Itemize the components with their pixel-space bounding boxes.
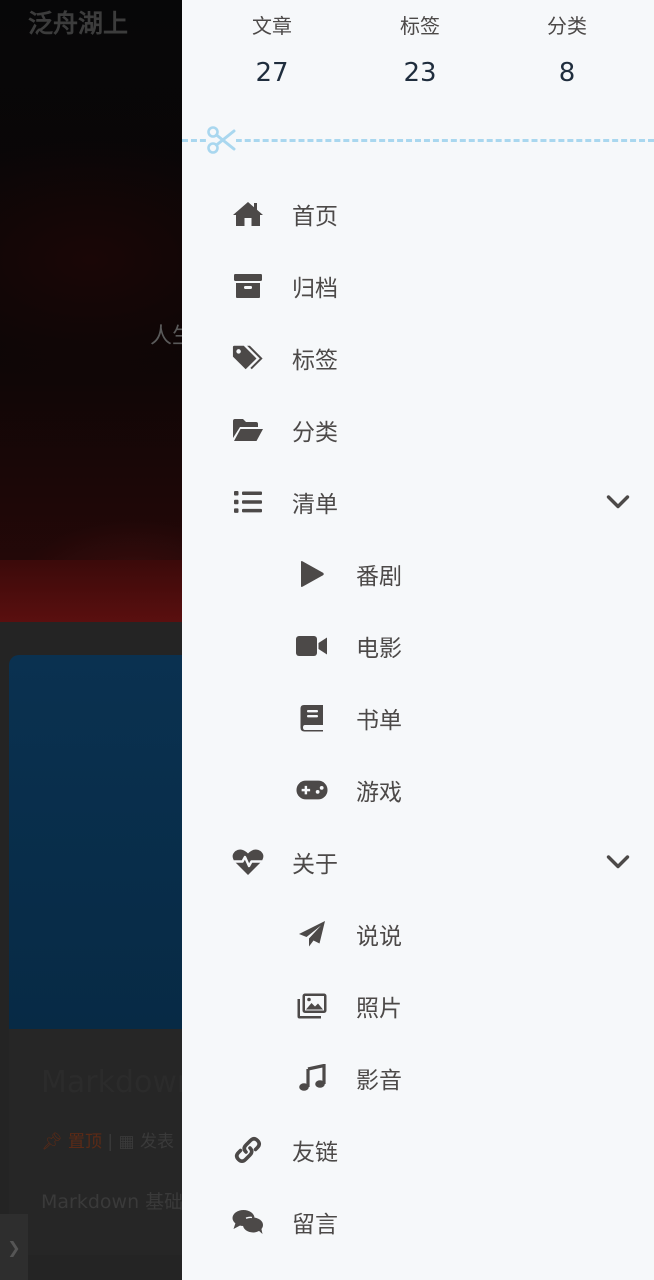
music-icon	[296, 1064, 328, 1092]
submenu-item-anime-label: 番剧	[356, 564, 402, 590]
archive-icon	[232, 272, 264, 300]
menu-item-about-label: 关于	[292, 852, 338, 878]
link-icon	[232, 1136, 264, 1164]
stat-articles-value: 27	[255, 58, 289, 88]
menu-item-tags-label: 标签	[292, 348, 338, 374]
submenu-item-moments-label: 说说	[356, 924, 402, 950]
menu-item-home-label: 首页	[292, 204, 338, 230]
heartbeat-icon	[232, 848, 264, 876]
stat-categories-label: 分类	[547, 14, 587, 38]
post-meta: 📌︎ 置顶 | ▦ 发表	[41, 1127, 174, 1152]
menu-item-links[interactable]: 友链	[232, 1114, 632, 1186]
stat-tags-value: 23	[403, 58, 437, 88]
meta-separator: |	[107, 1132, 119, 1152]
menu-item-message-label: 留言	[292, 1212, 338, 1238]
stat-articles-label: 文章	[252, 14, 292, 38]
submenu-item-moments[interactable]: 说说	[296, 898, 596, 970]
tags-icon	[232, 344, 264, 372]
menu-item-about[interactable]: 关于	[232, 826, 632, 898]
submenu-item-games[interactable]: 游戏	[296, 754, 596, 826]
pinned-label: 置顶	[68, 1132, 102, 1152]
menu-item-home[interactable]: 首页	[232, 178, 632, 250]
home-icon	[232, 200, 264, 228]
video-icon	[296, 632, 328, 660]
side-drawer: 文章 27 标签 23 分类 8 首页 归档 标签 分类 清单 番剧 电影 书单…	[182, 0, 654, 1280]
pin-icon: 📌︎	[41, 1132, 63, 1152]
sidebar-toggle-button[interactable]: ❯	[0, 1214, 28, 1280]
submenu-item-photos[interactable]: 照片	[296, 970, 596, 1042]
date-prefix: 发表	[140, 1132, 175, 1152]
post-title[interactable]: Markdown	[41, 1065, 196, 1100]
submenu-item-movies-label: 电影	[356, 636, 402, 662]
scissors-icon	[206, 124, 236, 156]
dashed-divider	[182, 139, 654, 142]
paper-plane-icon	[296, 920, 328, 948]
stat-categories[interactable]: 分类 8	[507, 12, 627, 88]
menu-item-categories-label: 分类	[292, 420, 338, 446]
site-stats: 文章 27 标签 23 分类 8	[182, 0, 654, 120]
menu-item-tags[interactable]: 标签	[232, 322, 632, 394]
submenu-item-media-label: 影音	[356, 1068, 402, 1094]
chevron-down-icon[interactable]	[604, 488, 632, 516]
play-icon	[296, 560, 328, 588]
stat-tags[interactable]: 标签 23	[360, 12, 480, 88]
submenu-item-media[interactable]: 影音	[296, 1042, 596, 1114]
blog-title[interactable]: 泛舟湖上	[28, 4, 128, 40]
stat-articles[interactable]: 文章 27	[212, 12, 332, 88]
list-icon	[232, 488, 264, 516]
menu-item-list-label: 清单	[292, 492, 338, 518]
calendar-icon: ▦	[118, 1132, 135, 1152]
menu-item-archive-label: 归档	[292, 276, 338, 302]
comments-icon	[232, 1208, 264, 1236]
menu-item-archive[interactable]: 归档	[232, 250, 632, 322]
submenu-item-games-label: 游戏	[356, 780, 402, 806]
folder-open-icon	[232, 416, 264, 444]
submenu-item-photos-label: 照片	[356, 996, 402, 1022]
submenu-item-books[interactable]: 书单	[296, 682, 596, 754]
menu-item-categories[interactable]: 分类	[232, 394, 632, 466]
stat-tags-label: 标签	[400, 14, 440, 38]
menu-item-message[interactable]: 留言	[232, 1186, 632, 1258]
menu-item-list[interactable]: 清单	[232, 466, 632, 538]
chevron-right-icon: ❯	[7, 1237, 21, 1257]
stat-categories-value: 8	[558, 58, 576, 88]
images-icon	[296, 992, 328, 1020]
book-icon	[296, 704, 328, 732]
chevron-down-icon[interactable]	[604, 848, 632, 876]
menu-item-links-label: 友链	[292, 1140, 338, 1166]
submenu-item-books-label: 书单	[356, 708, 402, 734]
hero-image-detail	[0, 560, 182, 622]
gamepad-icon	[296, 776, 328, 804]
submenu-item-movies[interactable]: 电影	[296, 610, 596, 682]
submenu-item-anime[interactable]: 番剧	[296, 538, 596, 610]
